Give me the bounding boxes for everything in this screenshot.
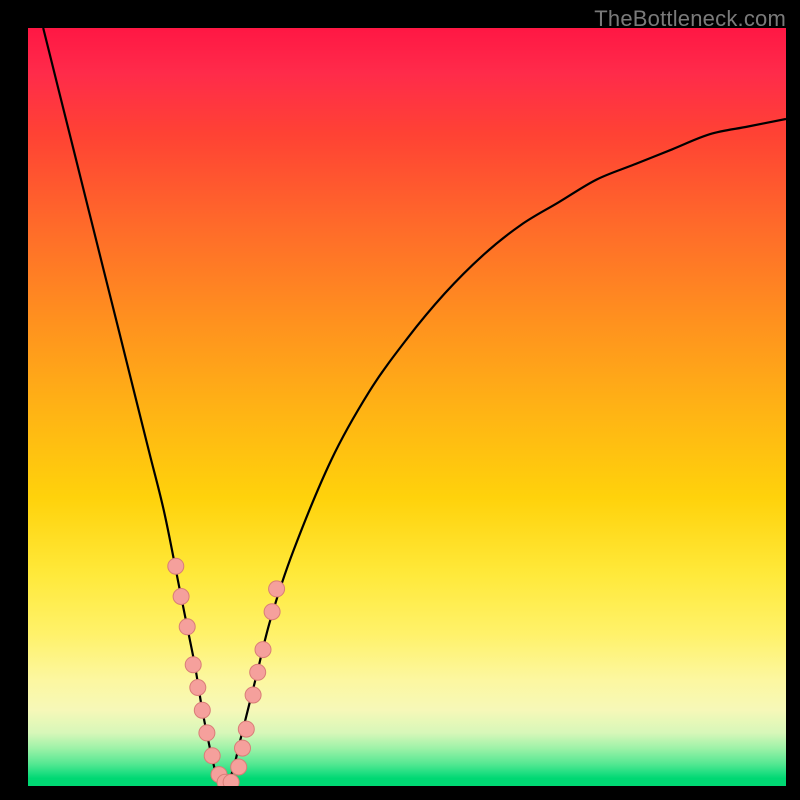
watermark-text: TheBottleneck.com [594,6,786,32]
curve-marker [250,664,266,680]
curve-marker [223,774,239,786]
curve-marker [179,619,195,635]
curve-marker [185,657,201,673]
curve-marker [255,642,271,658]
curve-marker [245,687,261,703]
chart-frame: TheBottleneck.com [0,0,800,800]
curve-marker [173,589,189,605]
curve-marker [190,680,206,696]
curve-marker [238,721,254,737]
bottleneck-chart [28,28,786,786]
marker-group [168,558,285,786]
curve-marker [264,604,280,620]
curve-marker [168,558,184,574]
curve-marker [204,748,220,764]
curve-marker [231,759,247,775]
curve-line [43,28,786,786]
curve-marker [235,740,251,756]
curve-marker [199,725,215,741]
plot-area [28,28,786,786]
curve-marker [269,581,285,597]
curve-marker [194,702,210,718]
